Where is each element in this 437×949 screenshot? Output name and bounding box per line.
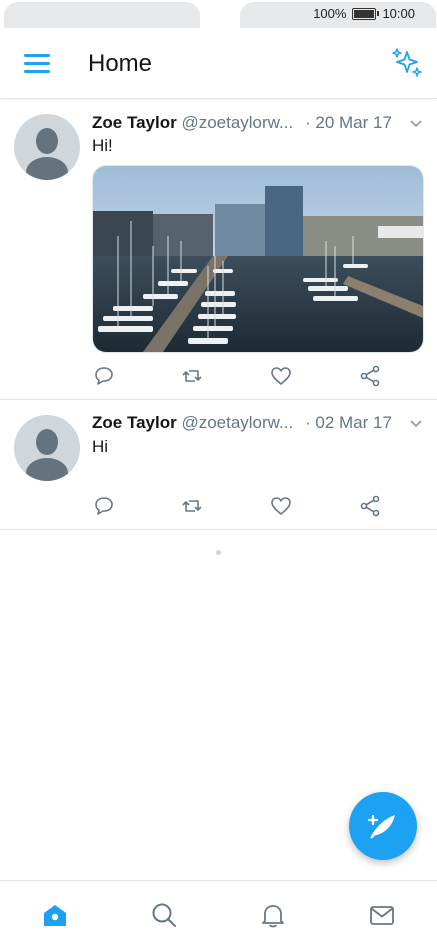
heart-icon[interactable] [269, 494, 293, 518]
battery-percent: 100% [313, 6, 347, 21]
tweet-text: Hi! [92, 136, 113, 155]
status-indicators: 100% 10:00 [313, 6, 415, 21]
battery-icon [352, 7, 380, 20]
share-icon[interactable] [358, 364, 382, 388]
sparkle-icon[interactable] [391, 46, 423, 78]
tweet[interactable]: Zoe Taylor @zoetaylorw... · 02 Mar 17 Hi [0, 400, 437, 530]
author-name[interactable]: Zoe Taylor [92, 413, 177, 432]
page-title: Home [88, 50, 153, 77]
heart-icon[interactable] [269, 364, 293, 388]
tweet[interactable]: Zoe Taylor @zoetaylorw... · 20 Mar 17 Hi… [0, 99, 437, 400]
chevron-down-icon[interactable] [409, 117, 423, 131]
reply-icon[interactable] [92, 494, 116, 518]
avatar[interactable] [14, 415, 80, 481]
retweet-icon[interactable] [180, 494, 204, 518]
compose-icon [367, 814, 395, 839]
bottom-nav [0, 880, 437, 949]
author-handle: @zoetaylorw... [181, 413, 294, 432]
tweet-date: · 20 Mar 17 [305, 113, 392, 132]
compose-button[interactable] [349, 792, 417, 860]
author-name[interactable]: Zoe Taylor [92, 113, 177, 132]
tweet-actions [92, 494, 392, 518]
bell-icon[interactable] [259, 901, 287, 929]
author-handle: @zoetaylorw... [181, 113, 294, 132]
home-icon[interactable] [41, 901, 69, 929]
retweet-icon[interactable] [180, 364, 204, 388]
search-icon[interactable] [150, 901, 178, 929]
avatar[interactable] [14, 114, 80, 180]
tweet-header: Zoe Taylor @zoetaylorw... [92, 413, 293, 433]
status-bar: 100% 10:00 [0, 0, 437, 30]
loading-indicator [216, 550, 221, 555]
mail-icon[interactable] [368, 901, 396, 929]
tweet-header: Zoe Taylor @zoetaylorw... [92, 113, 293, 133]
reply-icon[interactable] [92, 364, 116, 388]
share-icon[interactable] [358, 494, 382, 518]
menu-icon[interactable] [24, 52, 52, 76]
tweet-image[interactable] [92, 165, 424, 353]
tweet-actions [92, 364, 392, 388]
app-bar: Home [0, 30, 437, 99]
clock: 10:00 [382, 6, 415, 21]
status-bar-left [4, 2, 200, 28]
chevron-down-icon[interactable] [409, 417, 423, 431]
tweet-date: · 02 Mar 17 [305, 413, 392, 432]
tweet-text: Hi [92, 437, 109, 456]
